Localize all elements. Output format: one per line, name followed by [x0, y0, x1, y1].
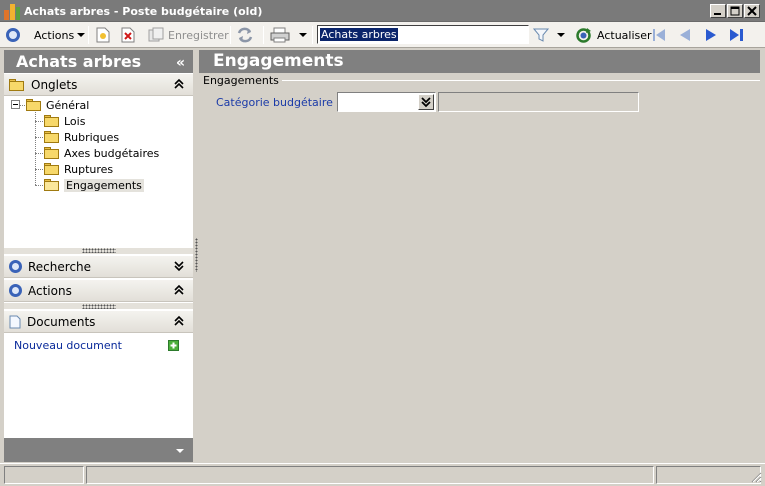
status-cell-2: [86, 466, 654, 484]
filter-dropdown-icon[interactable]: [557, 33, 565, 37]
folder-icon: [9, 78, 25, 91]
maximize-icon: [730, 6, 740, 16]
actions-section-label: Actions: [28, 283, 72, 298]
footer-chevron-down-icon[interactable]: [176, 449, 184, 453]
tree-item-label: Rubriques: [64, 130, 120, 144]
save-label: Enregistrer: [168, 28, 229, 42]
print-dropdown-icon[interactable]: [299, 33, 307, 37]
next-record-button[interactable]: [703, 25, 719, 45]
delete-button[interactable]: [121, 25, 135, 45]
status-cell-1: [4, 466, 84, 484]
tree-item-label: Lois: [64, 114, 86, 128]
actions-section-icon: [9, 284, 22, 297]
chevron-up-double-icon[interactable]: [174, 315, 184, 327]
folder-open-icon: [44, 179, 60, 191]
page-title: Engagements: [199, 50, 760, 73]
save-icon: [148, 27, 164, 42]
left-panel: Achats arbres « Onglets Général Lois Rub…: [4, 50, 193, 462]
chevron-down-icon: [77, 33, 86, 37]
collapse-panel-icon[interactable]: «: [176, 52, 185, 75]
sync-button[interactable]: [236, 25, 254, 45]
budget-category-label: Catégorie budgétaire :: [216, 96, 341, 109]
search-section-icon: [9, 260, 22, 273]
actions-icon: [6, 28, 20, 42]
tree-item-axes-budgetaires[interactable]: Axes budgétaires: [44, 145, 159, 161]
status-cell-3: [656, 466, 761, 484]
window-title: Achats arbres - Poste budgétaire (old): [24, 5, 263, 18]
refresh-button[interactable]: Actualiser: [575, 25, 652, 45]
tree-item-lois[interactable]: Lois: [44, 113, 85, 129]
previous-record-button[interactable]: [677, 25, 693, 45]
next-record-icon: [706, 29, 716, 41]
tree-item-engagements[interactable]: Engagements: [44, 177, 144, 193]
tree-item-general-label: Général: [46, 98, 90, 112]
tabs-section-header[interactable]: Onglets: [4, 74, 193, 96]
actions-section-header[interactable]: Actions: [4, 280, 193, 302]
filter-icon: [533, 28, 549, 42]
folder-icon: [44, 115, 60, 127]
group-title: Engagements: [203, 74, 282, 87]
tree-item-general[interactable]: Général: [26, 97, 89, 113]
refresh-icon: [576, 27, 591, 43]
resize-grip[interactable]: [82, 248, 116, 253]
close-button[interactable]: [744, 4, 760, 18]
tree-item-ruptures[interactable]: Ruptures: [44, 161, 113, 177]
save-button[interactable]: Enregistrer: [148, 25, 229, 45]
chevron-up-double-icon[interactable]: [174, 284, 184, 296]
folder-icon: [44, 131, 60, 143]
documents-section-label: Documents: [27, 314, 96, 329]
maximize-button[interactable]: [727, 4, 743, 18]
title-bar: Achats arbres - Poste budgétaire (old): [0, 0, 765, 22]
tree-item-label: Ruptures: [64, 162, 114, 176]
last-record-button[interactable]: [728, 25, 746, 45]
tree-collapse-toggle[interactable]: [11, 100, 20, 109]
filter-button[interactable]: [533, 25, 565, 45]
sync-icon: [237, 27, 253, 43]
panel-splitter-grip[interactable]: [195, 238, 198, 272]
add-icon[interactable]: [168, 340, 179, 351]
new-document-icon: [96, 27, 110, 43]
documents-section-header[interactable]: Documents: [4, 311, 193, 333]
tree-item-rubriques[interactable]: Rubriques: [44, 129, 119, 145]
record-search-box[interactable]: Achats arbres: [317, 25, 529, 44]
print-button[interactable]: [270, 25, 307, 45]
refresh-label: Actualiser: [597, 28, 652, 42]
folder-open-icon: [26, 99, 42, 111]
search-section-header[interactable]: Recherche: [4, 256, 193, 278]
new-button[interactable]: [96, 25, 110, 45]
chevron-down-double-icon[interactable]: [174, 260, 184, 272]
tree-item-label: Engagements: [64, 178, 144, 192]
app-logo-icon: [4, 4, 20, 20]
status-bar: [0, 463, 765, 486]
record-search-input[interactable]: Achats arbres: [320, 28, 398, 41]
chevron-down-double-icon: [421, 97, 431, 108]
minimize-button[interactable]: [710, 4, 726, 18]
last-record-icon: [730, 29, 743, 41]
resize-grip[interactable]: [82, 304, 116, 309]
left-panel-title: Achats arbres «: [4, 50, 193, 73]
search-section-label: Recherche: [28, 259, 92, 274]
actions-menu-button[interactable]: Actions: [6, 25, 86, 45]
minimize-icon: [714, 13, 721, 15]
left-panel-footer: [4, 438, 193, 462]
close-icon: [747, 6, 757, 16]
document-icon: [9, 315, 21, 328]
folder-icon: [44, 147, 60, 159]
budget-category-description: [438, 92, 639, 112]
first-record-icon: [653, 29, 665, 41]
tabs-section-label: Onglets: [31, 77, 78, 92]
resize-corner-icon[interactable]: [750, 471, 762, 483]
delete-icon: [121, 27, 135, 43]
tree-item-label: Axes budgétaires: [64, 146, 160, 160]
first-record-button[interactable]: [651, 25, 667, 45]
folder-icon: [44, 163, 60, 175]
previous-record-icon: [680, 29, 690, 41]
left-panel-title-text: Achats arbres: [16, 52, 142, 71]
new-document-link[interactable]: Nouveau document: [14, 339, 122, 352]
actions-label: Actions: [34, 28, 75, 42]
printer-icon: [270, 27, 290, 43]
budget-category-combo[interactable]: [337, 92, 436, 112]
budget-category-dropdown-button[interactable]: [418, 94, 434, 110]
chevron-up-double-icon[interactable]: [174, 78, 184, 90]
